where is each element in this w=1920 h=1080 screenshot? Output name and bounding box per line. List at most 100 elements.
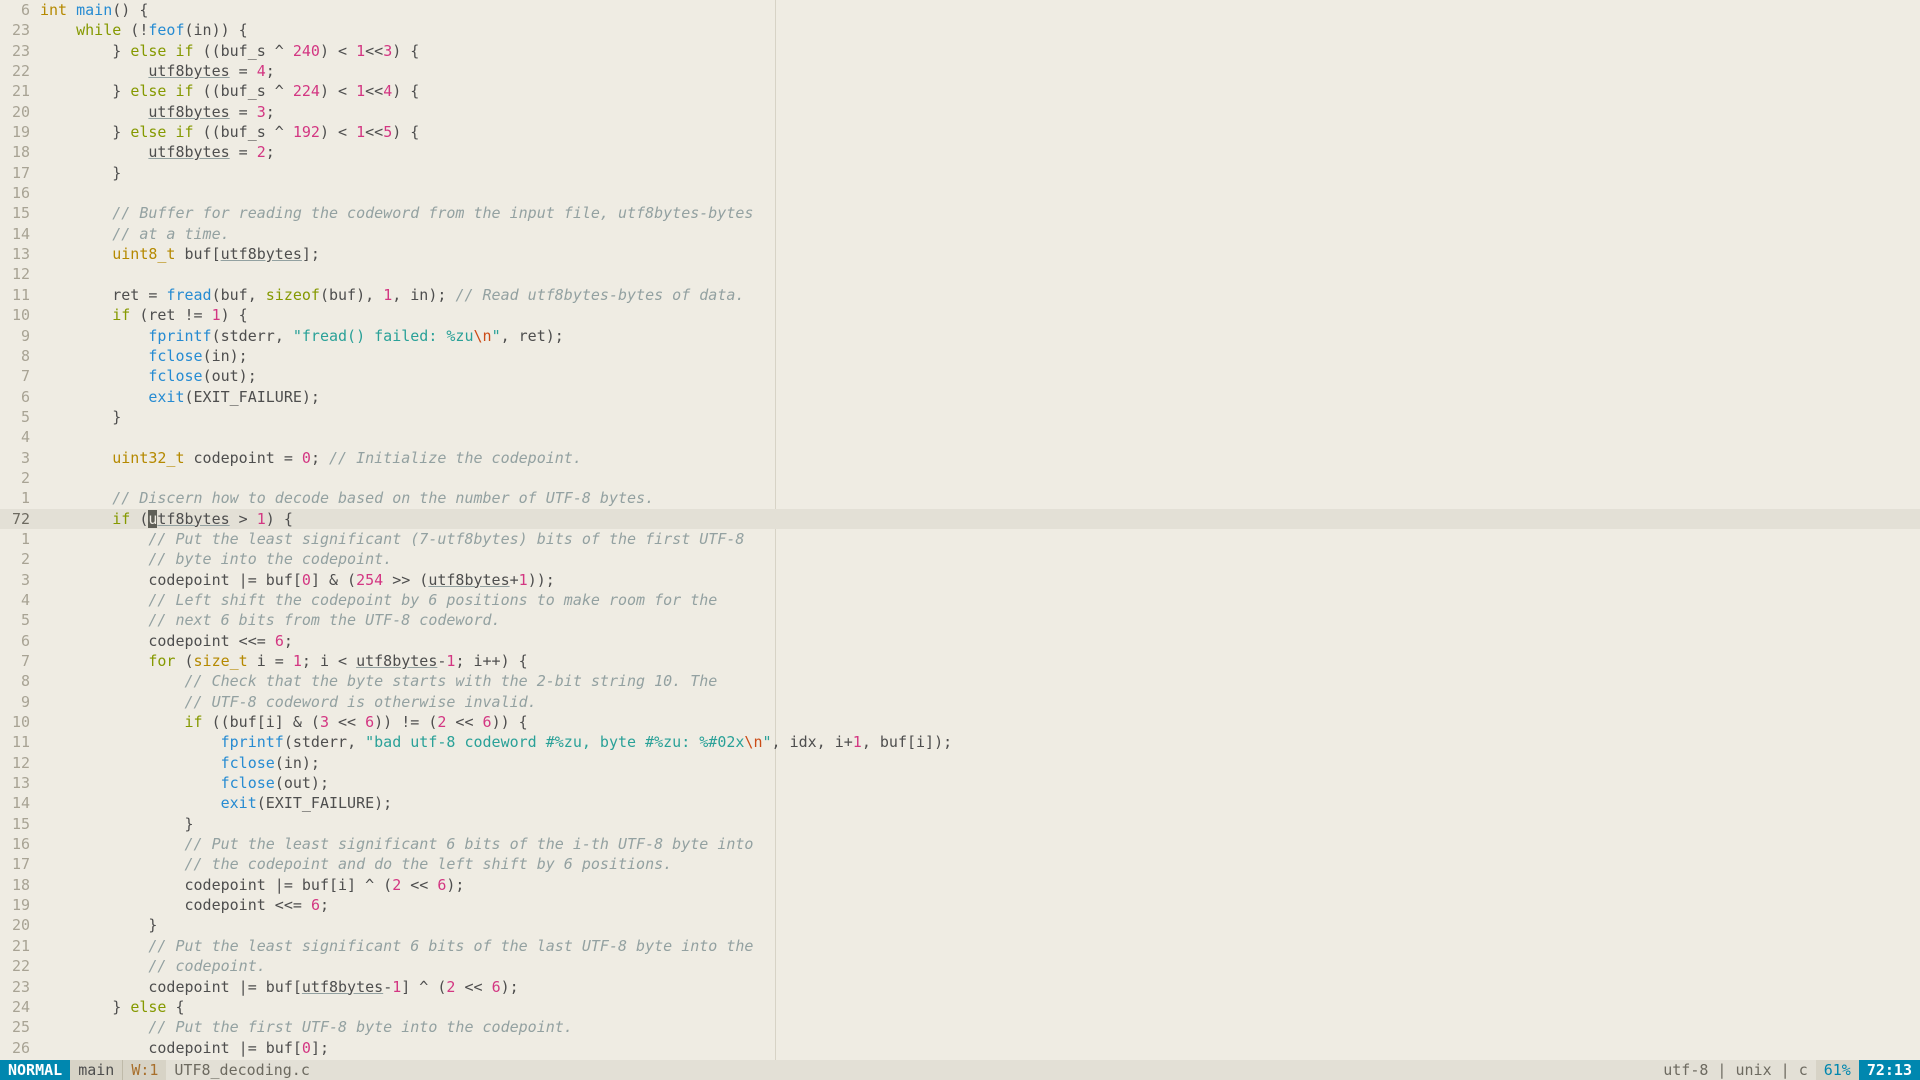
code-line[interactable]: 15 // Buffer for reading the codeword fr… [0,203,1920,223]
code-line[interactable]: 8 // Check that the byte starts with the… [0,671,1920,691]
code-line[interactable]: 1 // Discern how to decode based on the … [0,488,1920,508]
line-content[interactable]: uint8_t buf[utf8bytes]; [40,244,1920,264]
line-content[interactable]: // Put the first UTF-8 byte into the cod… [40,1017,1920,1037]
line-content[interactable]: // at a time. [40,224,1920,244]
code-line[interactable]: 3 codepoint |= buf[0] & (254 >> (utf8byt… [0,570,1920,590]
line-content[interactable]: } [40,814,1920,834]
code-line[interactable]: 2 // byte into the codepoint. [0,549,1920,569]
code-line[interactable]: 23 } else if ((buf_s ^ 240) < 1<<3) { [0,41,1920,61]
line-content[interactable]: } [40,163,1920,183]
line-content[interactable]: exit(EXIT_FAILURE); [40,793,1920,813]
line-content[interactable]: if (ret != 1) { [40,305,1920,325]
line-content[interactable]: // Discern how to decode based on the nu… [40,488,1920,508]
line-content[interactable]: int main() { [40,0,1920,20]
line-content[interactable]: } [40,407,1920,427]
code-line[interactable]: 3 uint32_t codepoint = 0; // Initialize … [0,448,1920,468]
line-content[interactable]: codepoint |= buf[0]; [40,1038,1920,1058]
editor-viewport[interactable]: 6int main() {23 while (!feof(in)) {23 } … [0,0,1920,1060]
code-line[interactable]: 4 [0,427,1920,447]
code-line[interactable]: 17 // the codepoint and do the left shif… [0,854,1920,874]
code-line[interactable]: 16 [0,183,1920,203]
code-line[interactable]: 7 for (size_t i = 1; i < utf8bytes-1; i+… [0,651,1920,671]
line-content[interactable]: uint32_t codepoint = 0; // Initialize th… [40,448,1920,468]
line-content[interactable] [40,183,1920,203]
line-content[interactable]: codepoint |= buf[i] ^ (2 << 6); [40,875,1920,895]
line-content[interactable]: } else if ((buf_s ^ 192) < 1<<5) { [40,122,1920,142]
line-content[interactable]: // Put the least significant (7-utf8byte… [40,529,1920,549]
code-line[interactable]: 6 codepoint <<= 6; [0,631,1920,651]
code-line[interactable]: 15 } [0,814,1920,834]
code-line[interactable]: 11 ret = fread(buf, sizeof(buf), 1, in);… [0,285,1920,305]
code-line[interactable]: 17 } [0,163,1920,183]
code-line[interactable]: 10 if ((buf[i] & (3 << 6)) != (2 << 6)) … [0,712,1920,732]
line-content[interactable]: } [40,915,1920,935]
code-line[interactable]: 20 utf8bytes = 3; [0,102,1920,122]
code-line[interactable]: 13 uint8_t buf[utf8bytes]; [0,244,1920,264]
code-line[interactable]: 21 } else if ((buf_s ^ 224) < 1<<4) { [0,81,1920,101]
code-line[interactable]: 23 codepoint |= buf[utf8bytes-1] ^ (2 <<… [0,977,1920,997]
code-line[interactable]: 6int main() { [0,0,1920,20]
line-content[interactable]: // next 6 bits from the UTF-8 codeword. [40,610,1920,630]
line-content[interactable]: // the codepoint and do the left shift b… [40,854,1920,874]
code-line[interactable]: 18 utf8bytes = 2; [0,142,1920,162]
line-content[interactable]: fprintf(stderr, "fread() failed: %zu\n",… [40,326,1920,346]
line-content[interactable]: codepoint <<= 6; [40,895,1920,915]
code-line[interactable]: 20 } [0,915,1920,935]
code-line[interactable]: 21 // Put the least significant 6 bits o… [0,936,1920,956]
line-content[interactable]: utf8bytes = 2; [40,142,1920,162]
line-content[interactable]: // UTF-8 codeword is otherwise invalid. [40,692,1920,712]
code-line[interactable]: 12 fclose(in); [0,753,1920,773]
line-content[interactable]: } else if ((buf_s ^ 240) < 1<<3) { [40,41,1920,61]
code-line[interactable]: 26 codepoint |= buf[0]; [0,1038,1920,1058]
line-content[interactable]: codepoint |= buf[0] & (254 >> (utf8bytes… [40,570,1920,590]
line-content[interactable]: fclose(in); [40,346,1920,366]
line-content[interactable] [40,427,1920,447]
code-line[interactable]: 19 codepoint <<= 6; [0,895,1920,915]
code-line[interactable]: 19 } else if ((buf_s ^ 192) < 1<<5) { [0,122,1920,142]
code-line[interactable]: 22 // codepoint. [0,956,1920,976]
code-line[interactable]: 13 fclose(out); [0,773,1920,793]
line-content[interactable]: fclose(out); [40,773,1920,793]
line-content[interactable]: fclose(out); [40,366,1920,386]
line-content[interactable]: exit(EXIT_FAILURE); [40,387,1920,407]
line-content[interactable]: ret = fread(buf, sizeof(buf), 1, in); //… [40,285,1920,305]
line-content[interactable]: while (!feof(in)) { [40,20,1920,40]
code-lines[interactable]: 6int main() {23 while (!feof(in)) {23 } … [0,0,1920,1058]
code-line[interactable]: 24 } else { [0,997,1920,1017]
line-content[interactable]: codepoint <<= 6; [40,631,1920,651]
code-line[interactable]: 12 [0,264,1920,284]
line-content[interactable]: } else { [40,997,1920,1017]
line-content[interactable]: // Left shift the codepoint by 6 positio… [40,590,1920,610]
code-line[interactable]: 9 fprintf(stderr, "fread() failed: %zu\n… [0,326,1920,346]
line-content[interactable]: if (utf8bytes > 1) { [40,509,1920,529]
line-content[interactable]: // Put the least significant 6 bits of t… [40,834,1920,854]
line-content[interactable]: if ((buf[i] & (3 << 6)) != (2 << 6)) { [40,712,1920,732]
line-content[interactable] [40,264,1920,284]
line-content[interactable] [40,468,1920,488]
code-line[interactable]: 25 // Put the first UTF-8 byte into the … [0,1017,1920,1037]
code-line[interactable]: 2 [0,468,1920,488]
line-content[interactable]: codepoint |= buf[utf8bytes-1] ^ (2 << 6)… [40,977,1920,997]
line-content[interactable]: fprintf(stderr, "bad utf-8 codeword #%zu… [40,732,1920,752]
line-content[interactable]: } else if ((buf_s ^ 224) < 1<<4) { [40,81,1920,101]
line-content[interactable]: // Check that the byte starts with the 2… [40,671,1920,691]
code-line[interactable]: 72 if (utf8bytes > 1) { [0,509,1920,529]
code-line[interactable]: 7 fclose(out); [0,366,1920,386]
line-content[interactable]: fclose(in); [40,753,1920,773]
code-line[interactable]: 18 codepoint |= buf[i] ^ (2 << 6); [0,875,1920,895]
code-line[interactable]: 11 fprintf(stderr, "bad utf-8 codeword #… [0,732,1920,752]
code-line[interactable]: 23 while (!feof(in)) { [0,20,1920,40]
line-content[interactable]: // codepoint. [40,956,1920,976]
code-line[interactable]: 16 // Put the least significant 6 bits o… [0,834,1920,854]
code-line[interactable]: 6 exit(EXIT_FAILURE); [0,387,1920,407]
line-content[interactable]: // Put the least significant 6 bits of t… [40,936,1920,956]
code-line[interactable]: 5 // next 6 bits from the UTF-8 codeword… [0,610,1920,630]
code-line[interactable]: 22 utf8bytes = 4; [0,61,1920,81]
line-content[interactable]: // byte into the codepoint. [40,549,1920,569]
line-content[interactable]: utf8bytes = 4; [40,61,1920,81]
code-line[interactable]: 8 fclose(in); [0,346,1920,366]
code-line[interactable]: 9 // UTF-8 codeword is otherwise invalid… [0,692,1920,712]
line-content[interactable]: utf8bytes = 3; [40,102,1920,122]
code-line[interactable]: 14 exit(EXIT_FAILURE); [0,793,1920,813]
code-line[interactable]: 10 if (ret != 1) { [0,305,1920,325]
